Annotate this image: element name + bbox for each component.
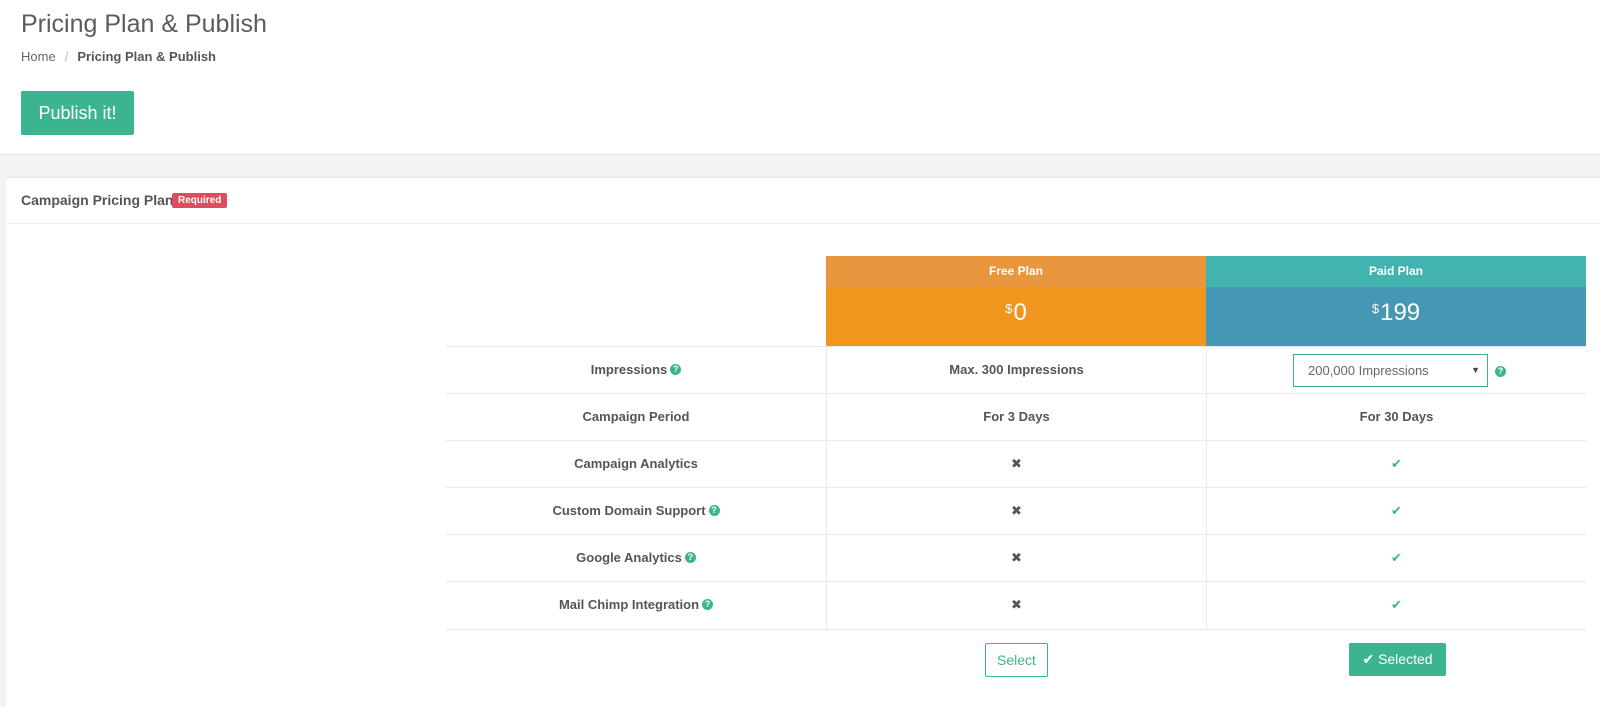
plan-paid-amount: 199: [1380, 299, 1421, 326]
feature-label: Custom Domain Support?: [446, 488, 826, 535]
cross-icon: ✖: [826, 488, 1206, 535]
panel-header: Campaign Pricing Plan Required: [6, 178, 1600, 224]
plan-paid: Paid Plan $199: [1206, 256, 1586, 346]
selected-paid-plan-button[interactable]: ✔ Selected: [1349, 643, 1446, 676]
plan-free-amount: 0: [1013, 299, 1027, 326]
plan-free-name: Free Plan: [826, 256, 1206, 287]
impressions-select-value: 200,000 Impressions: [1308, 363, 1429, 378]
breadcrumb-home[interactable]: Home: [21, 49, 56, 64]
selected-label: Selected: [1378, 651, 1433, 667]
page-title: Pricing Plan & Publish: [21, 10, 267, 38]
feature-row-google-analytics: Google Analytics? ✖ ✔: [446, 534, 1586, 582]
feature-label: Impressions?: [446, 347, 826, 394]
check-icon: ✔: [1206, 488, 1586, 535]
check-icon: ✔: [1362, 651, 1375, 667]
feature-row-period: Campaign Period For 3 Days For 30 Days: [446, 393, 1586, 441]
plan-paid-name: Paid Plan: [1206, 256, 1586, 287]
select-free-plan-button[interactable]: Select: [985, 643, 1048, 677]
feature-row-analytics: Campaign Analytics ✖ ✔: [446, 440, 1586, 488]
feature-label-text: Google Analytics: [576, 550, 682, 565]
help-icon[interactable]: ?: [670, 364, 682, 376]
chevron-down-icon: ▼: [1471, 365, 1480, 375]
feature-label: Campaign Period: [582, 409, 690, 424]
plan-paid-price: $199: [1206, 287, 1586, 346]
feature-label: Campaign Analytics: [574, 456, 698, 471]
help-icon[interactable]: ?: [708, 505, 720, 517]
feature-label-text: Custom Domain Support: [552, 503, 706, 518]
feature-free-value: For 3 Days: [826, 394, 1206, 441]
feature-label-text: Mail Chimp Integration: [558, 597, 700, 612]
impressions-select[interactable]: 200,000 Impressions ▼: [1293, 354, 1488, 387]
plan-paid-currency: $: [1371, 301, 1380, 316]
help-icon[interactable]: ?: [702, 599, 714, 611]
table-bottom-divider: [446, 629, 1586, 630]
plan-free-price: $0: [826, 287, 1206, 346]
cross-icon: ✖: [826, 441, 1206, 488]
publish-button[interactable]: Publish it!: [21, 91, 134, 135]
page-header: Pricing Plan & Publish Home / Pricing Plan…: [0, 0, 1600, 155]
plan-free: Free Plan $0: [826, 256, 1206, 346]
feature-paid-value: For 30 Days: [1206, 394, 1586, 441]
breadcrumb-separator: /: [64, 49, 69, 64]
breadcrumb-current: Pricing Plan & Publish: [77, 49, 217, 64]
feature-label-text: Impressions: [590, 362, 668, 377]
help-icon[interactable]: ?: [1495, 366, 1506, 377]
required-badge: Required: [172, 193, 228, 208]
feature-row-mailchimp: Mail Chimp Integration? ✖ ✔: [446, 581, 1586, 629]
cross-icon: ✖: [826, 582, 1206, 629]
plan-free-currency: $: [1005, 301, 1013, 316]
feature-label: Mail Chimp Integration?: [446, 582, 826, 629]
feature-row-custom-domain: Custom Domain Support? ✖ ✔: [446, 487, 1586, 535]
breadcrumb: Home / Pricing Plan & Publish: [21, 49, 216, 64]
help-icon[interactable]: ?: [684, 552, 696, 564]
feature-free-value: Max. 300 Impressions: [826, 347, 1206, 394]
check-icon: ✔: [1206, 535, 1586, 582]
panel-title: Campaign Pricing Plan: [21, 192, 174, 208]
feature-label: Google Analytics?: [446, 535, 826, 582]
check-icon: ✔: [1206, 582, 1586, 629]
check-icon: ✔: [1206, 441, 1586, 488]
cross-icon: ✖: [826, 535, 1206, 582]
